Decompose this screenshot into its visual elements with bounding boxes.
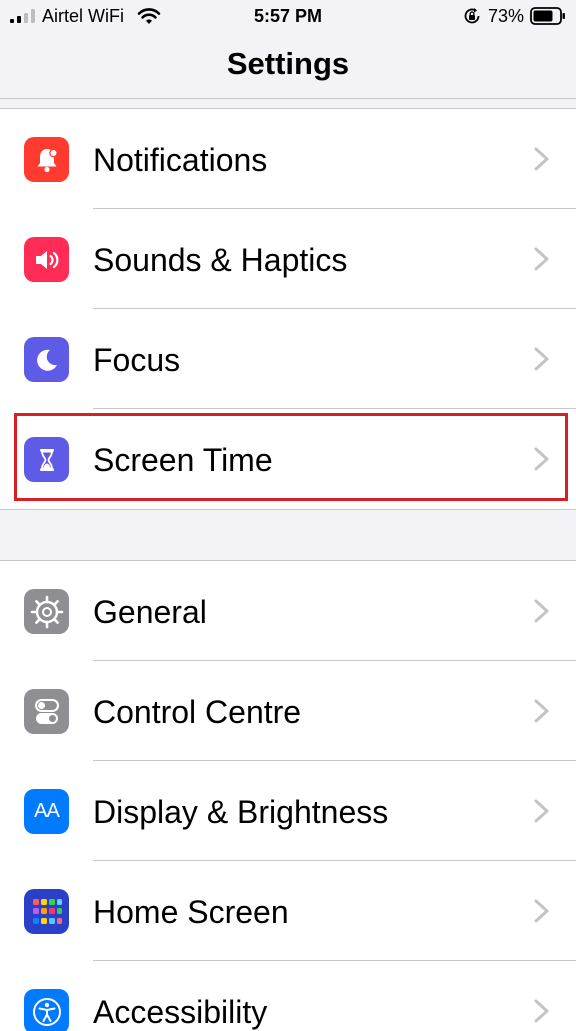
- settings-row-label: Notifications: [93, 142, 268, 178]
- settings-row-label: Focus: [93, 342, 181, 378]
- chevron-right-icon: [534, 147, 549, 171]
- chevron-right-icon: [534, 799, 549, 823]
- settings-row-sounds-haptics[interactable]: Sounds & Haptics: [0, 209, 576, 309]
- settings-row-label: Home Screen: [93, 894, 289, 930]
- speaker-icon: [24, 237, 69, 282]
- settings-row-label: Control Centre: [93, 694, 302, 730]
- settings-row-label: Accessibility: [93, 994, 268, 1030]
- accessibility-icon: [24, 989, 69, 1031]
- bell-icon: [24, 137, 69, 182]
- settings-row-notifications[interactable]: Notifications: [0, 109, 576, 209]
- page-title: Settings: [226, 46, 350, 81]
- settings-row-display-brightness[interactable]: AA Display & Brightness: [0, 761, 576, 861]
- chevron-right-icon: [534, 599, 549, 623]
- chevron-right-icon: [534, 247, 549, 271]
- settings-group-2: General Control Centre AA Display & Brig…: [0, 560, 576, 1031]
- settings-row-label: General: [93, 594, 207, 630]
- chevron-right-icon: [534, 447, 549, 471]
- orientation-lock-icon: [464, 8, 480, 24]
- settings-group-1: Notifications Sounds & Haptics Focus Scr…: [0, 108, 576, 510]
- gear-icon: [24, 589, 69, 634]
- chevron-right-icon: [534, 699, 549, 723]
- chevron-right-icon: [534, 999, 549, 1023]
- settings-row-focus[interactable]: Focus: [0, 309, 576, 409]
- settings-row-screen-time[interactable]: Screen Time: [0, 409, 576, 509]
- hourglass-icon: [24, 437, 69, 482]
- toggles-icon: [24, 689, 69, 734]
- navigation-bar: Settings: [0, 34, 576, 99]
- app-grid-icon: [24, 889, 69, 934]
- status-bar: Airtel WiFi 5:57 PM 73%: [0, 0, 576, 34]
- settings-row-accessibility[interactable]: Accessibility: [0, 961, 576, 1031]
- text-size-glyph: AA: [34, 800, 60, 822]
- moon-icon: [24, 337, 69, 382]
- settings-row-home-screen[interactable]: Home Screen: [0, 861, 576, 961]
- settings-row-label: Display & Brightness: [93, 794, 389, 830]
- text-size-icon: AA: [24, 789, 69, 834]
- battery-icon: [530, 7, 565, 25]
- chevron-right-icon: [534, 899, 549, 923]
- settings-row-label: Sounds & Haptics: [93, 242, 348, 278]
- settings-row-general[interactable]: General: [0, 561, 576, 661]
- battery-percent: 73%: [488, 6, 525, 26]
- settings-row-control-centre[interactable]: Control Centre: [0, 661, 576, 761]
- chevron-right-icon: [534, 347, 549, 371]
- settings-row-label: Screen Time: [93, 442, 273, 478]
